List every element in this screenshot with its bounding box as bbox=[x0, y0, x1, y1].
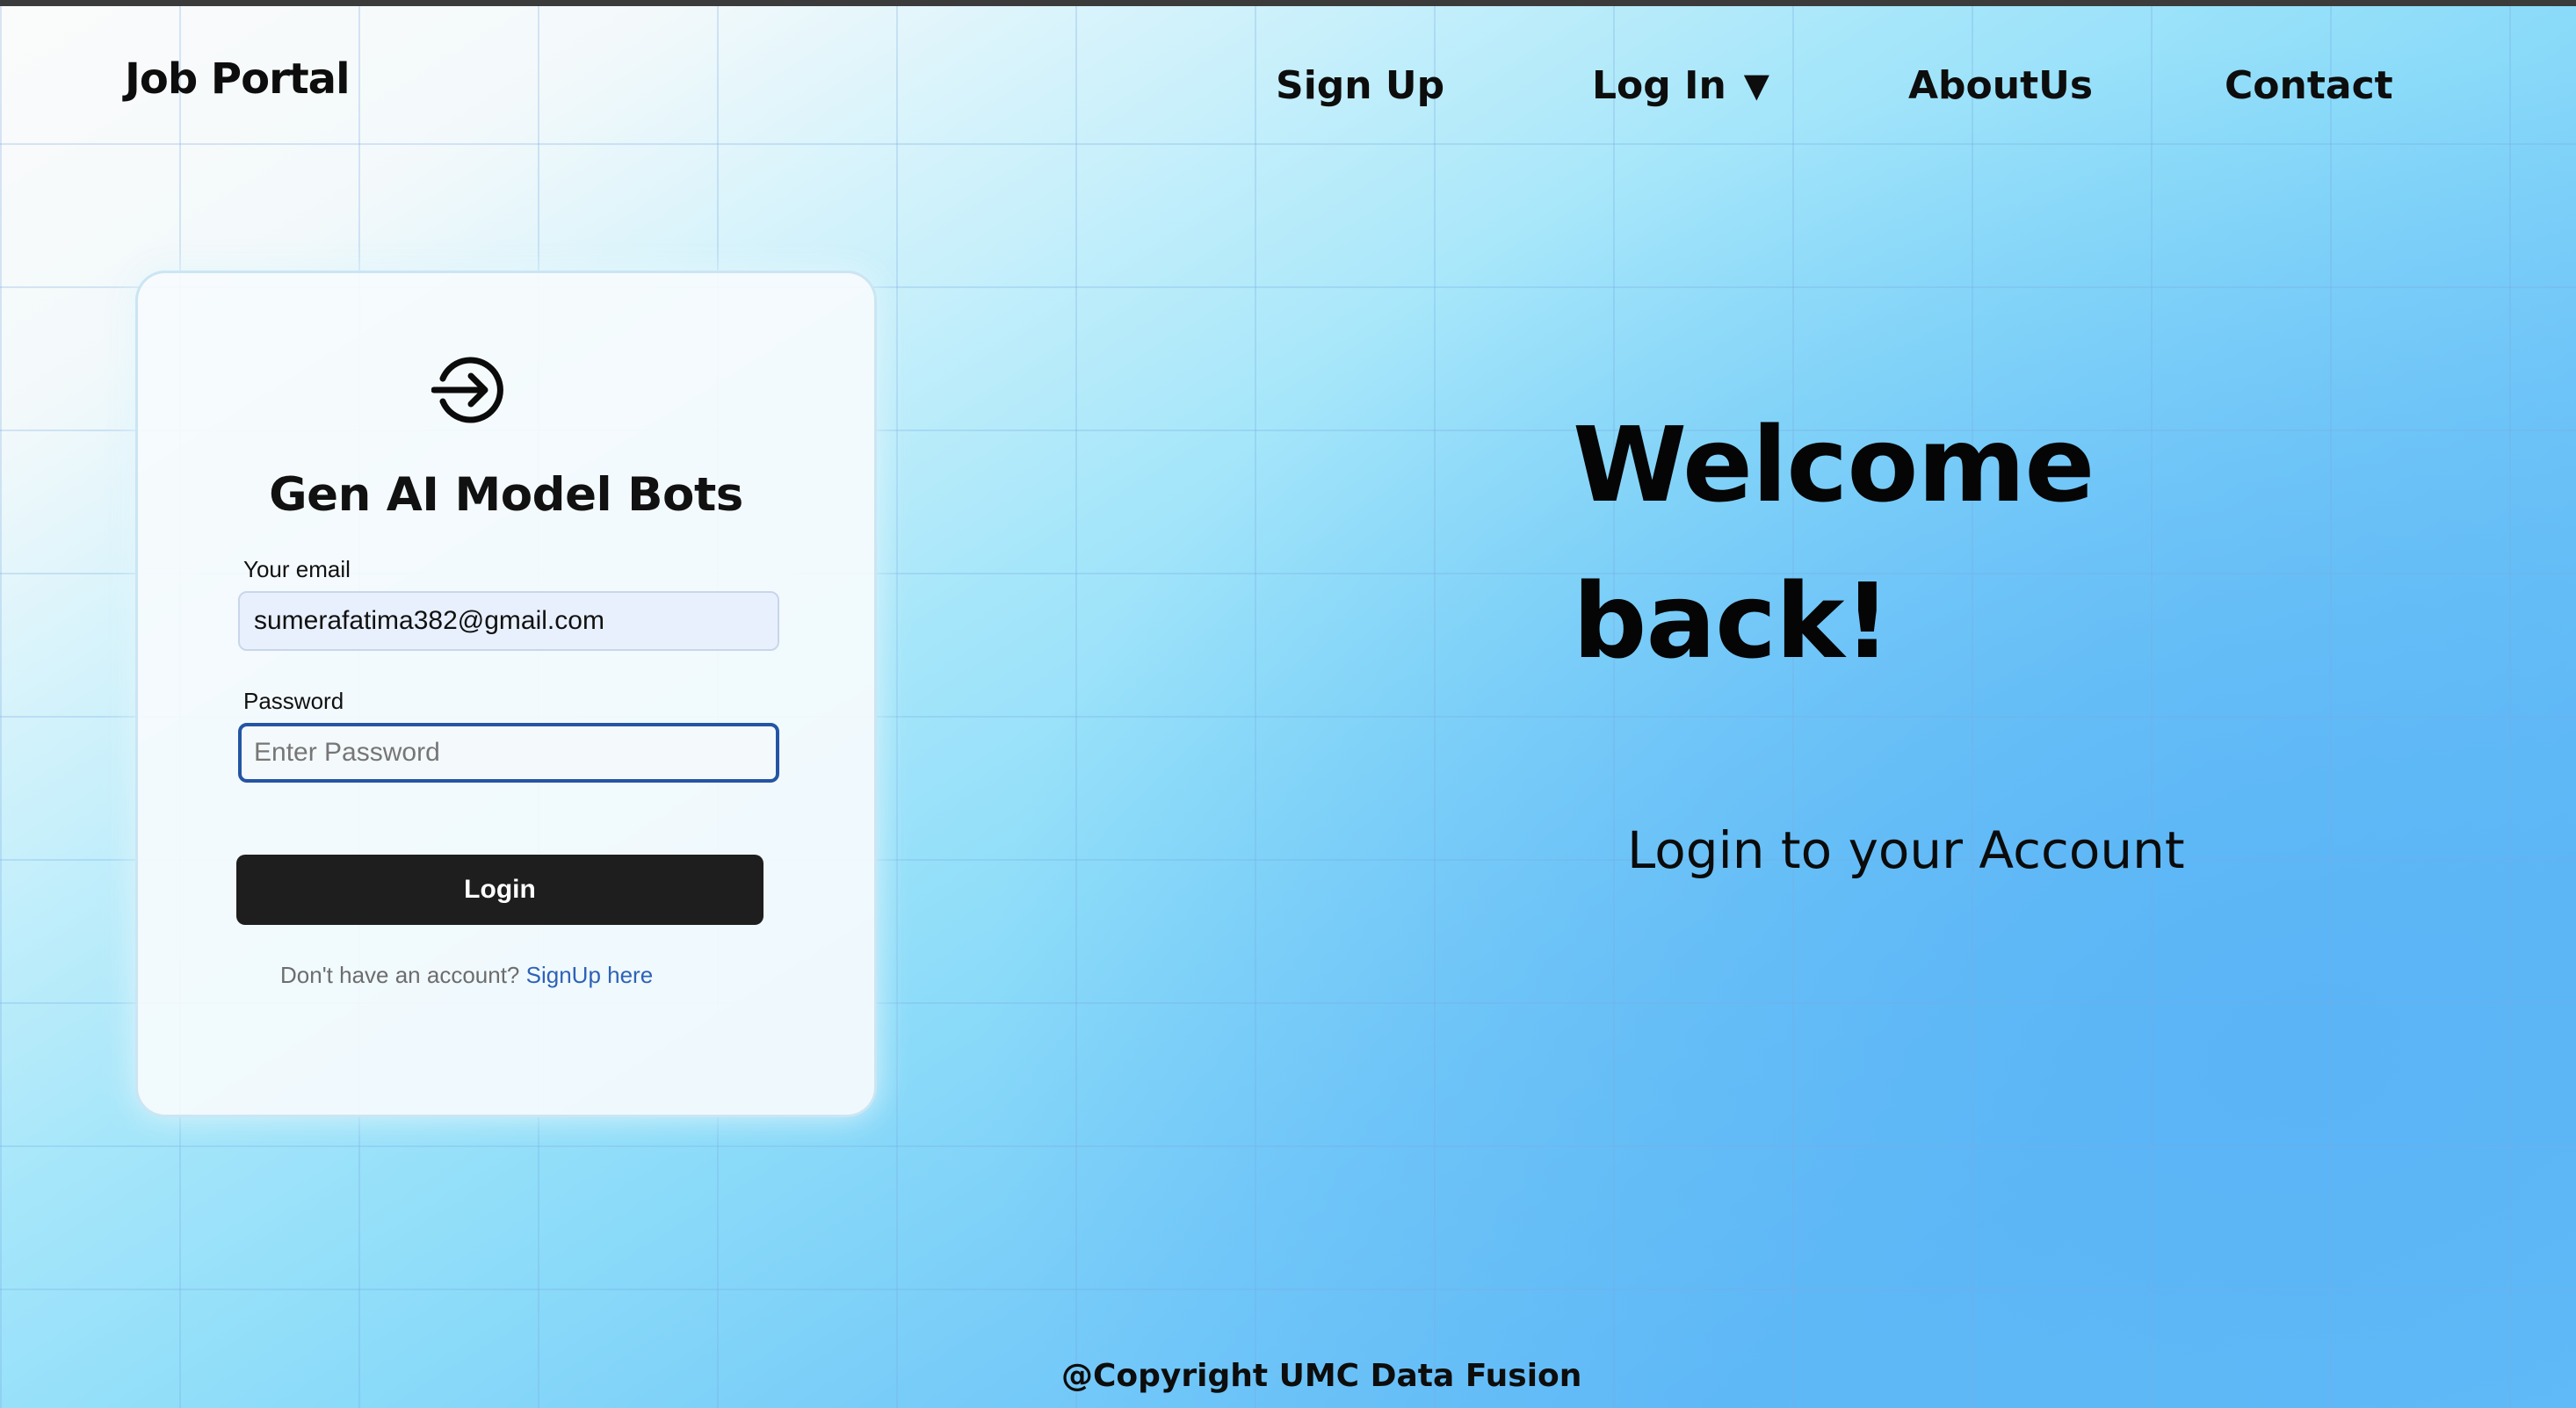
password-label: Password bbox=[243, 688, 344, 714]
login-card: Gen AI Model Bots Your email Password Lo… bbox=[135, 271, 877, 1117]
email-field[interactable] bbox=[238, 591, 779, 651]
login-arrow-circle-icon bbox=[431, 357, 503, 423]
nav-sign-up[interactable]: Sign Up bbox=[1276, 63, 1444, 108]
nav-log-in-dropdown[interactable]: Log In ▼ bbox=[1592, 63, 1769, 108]
welcome-line-2: back! bbox=[1573, 560, 1891, 682]
signup-prompt-text: Don't have an account? bbox=[280, 962, 520, 988]
welcome-line-1: Welcome bbox=[1573, 404, 2095, 525]
footer-copyright: @Copyright UMC Data Fusion bbox=[1061, 1358, 1582, 1394]
signup-prompt: Don't have an account? SignUp here bbox=[280, 962, 653, 989]
nav-contact[interactable]: Contact bbox=[2225, 63, 2393, 108]
email-label: Your email bbox=[243, 556, 351, 582]
nav-log-in-label: Log In bbox=[1592, 63, 1726, 108]
main-nav: Sign Up Log In ▼ AboutUs Contact bbox=[0, 63, 2576, 116]
password-field[interactable] bbox=[238, 723, 779, 783]
signup-link[interactable]: SignUp here bbox=[526, 962, 654, 988]
nav-about-us[interactable]: AboutUs bbox=[1908, 63, 2093, 108]
login-button[interactable]: Login bbox=[236, 855, 763, 925]
login-subtitle: Login to your Account bbox=[1627, 820, 2185, 880]
welcome-heading: Welcome back! bbox=[1573, 386, 2095, 699]
window-top-strip bbox=[0, 0, 2576, 6]
caret-down-icon: ▼ bbox=[1743, 66, 1770, 105]
card-title: Gen AI Model Bots bbox=[269, 468, 743, 522]
